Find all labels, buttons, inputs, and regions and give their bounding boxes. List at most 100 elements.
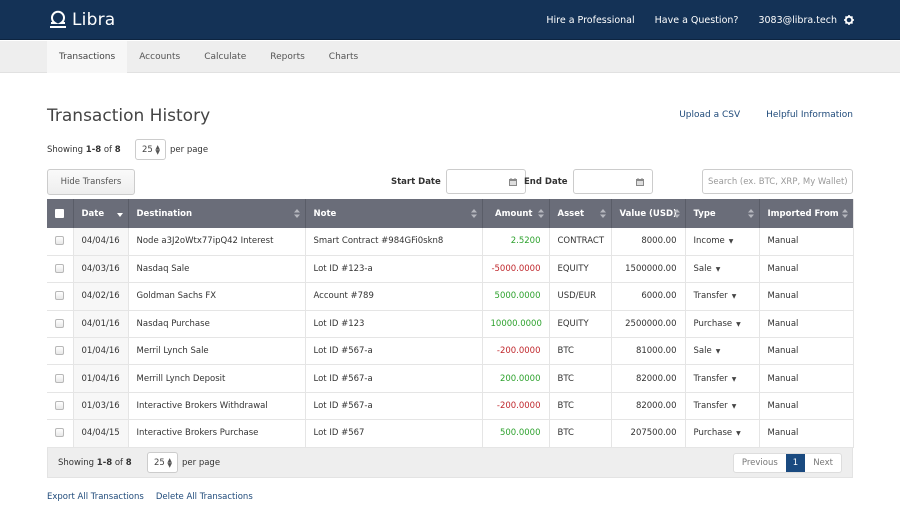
table-row: 04/02/16 Goldman Sachs FX Account #789 5000… [47, 282, 854, 311]
select-all-checkbox[interactable] [47, 199, 74, 228]
cell-type-dropdown[interactable]: Sale ▼ [685, 255, 760, 284]
row-checkbox[interactable] [47, 310, 74, 339]
table-footer: Showing 1-8 of 8 25 ▲ ▼ per page Previous … [47, 447, 853, 478]
cell-note: Lot ID #123-a [305, 255, 483, 284]
cell-destination: Merril Lynch Sale [128, 337, 306, 366]
column-header-type[interactable]: Type [685, 199, 760, 228]
cell-value-usd: 207500.00 [611, 419, 686, 448]
cell-destination: Interactive Brokers Withdrawal [128, 392, 306, 421]
column-header-value[interactable]: Value (USD) [611, 199, 686, 228]
row-checkbox[interactable] [47, 337, 74, 366]
cell-type-dropdown[interactable]: Transfer ▼ [685, 364, 760, 393]
sort-icon [841, 209, 848, 218]
column-header-date[interactable]: Date [73, 199, 129, 228]
cell-amount: 10000.0000 [482, 310, 550, 339]
table-row: 04/04/15 Interactive Brokers Purchase Lot … [47, 419, 854, 448]
gear-icon[interactable] [844, 15, 854, 25]
showing-count: Showing 1-8 of 8 [58, 457, 132, 468]
cell-note: Lot ID #123 [305, 310, 483, 339]
caret-down-icon: ▼ [736, 430, 741, 438]
brand-logo[interactable]: Libra [48, 7, 115, 33]
row-checkbox[interactable] [47, 228, 74, 256]
cell-type-dropdown[interactable]: Sale ▼ [685, 337, 760, 366]
cell-destination: Nasdaq Purchase [128, 310, 306, 339]
section-tabs: Transactions Accounts Calculate Reports … [0, 41, 900, 73]
caret-down-icon: ▼ [731, 293, 737, 301]
have-question-link[interactable]: Have a Question? [655, 15, 739, 26]
cell-destination: Interactive Brokers Purchase [128, 419, 306, 448]
end-date-group: End Date [524, 169, 653, 194]
sort-icon [673, 209, 680, 218]
cell-type-dropdown[interactable]: Transfer ▼ [685, 392, 760, 421]
end-date-input[interactable] [572, 169, 653, 194]
tab-accounts[interactable]: Accounts [127, 41, 192, 73]
cell-imported-from: Manual [759, 364, 854, 393]
transactions-table: Date Destination Note Amount Asset Value… [47, 199, 854, 478]
table-row: 04/03/16 Nasdaq Sale Lot ID #123-a -5000.00… [47, 255, 854, 284]
caret-down-icon: ▼ [736, 320, 741, 328]
tab-calculate[interactable]: Calculate [192, 41, 258, 73]
row-checkbox[interactable] [47, 255, 74, 284]
caret-down-icon: ▼ [715, 348, 721, 356]
table-row: 01/04/16 Merril Lynch Sale Lot ID #567-a -2… [47, 337, 854, 366]
calendar-icon [635, 178, 644, 186]
cell-value-usd: 82000.00 [611, 392, 686, 421]
helpful-information-link[interactable]: Helpful Information [766, 110, 853, 120]
cell-type-dropdown[interactable]: Purchase ▼ [685, 310, 760, 339]
start-date-input[interactable] [445, 169, 526, 194]
pagination: Previous 1 Next [732, 452, 842, 473]
cell-imported-from: Manual [759, 419, 854, 448]
cell-destination: Goldman Sachs FX [128, 282, 306, 311]
column-header-destination[interactable]: Destination [128, 199, 306, 228]
row-checkbox[interactable] [47, 364, 74, 393]
cell-type-dropdown[interactable]: Purchase ▼ [685, 419, 760, 448]
tab-transactions[interactable]: Transactions [47, 41, 128, 73]
cell-imported-from: Manual [759, 282, 854, 311]
column-header-asset[interactable]: Asset [549, 199, 612, 228]
top-navbar: Libra Hire a Professional Have a Questio… [0, 0, 900, 40]
cell-amount: 5000.0000 [482, 282, 550, 311]
tab-reports[interactable]: Reports [258, 41, 317, 73]
cell-destination: Nasdaq Sale [128, 255, 306, 284]
hide-transfers-button[interactable]: Hide Transfers [47, 169, 135, 195]
next-page-button[interactable]: Next [805, 454, 841, 472]
table-row: 04/01/16 Nasdaq Purchase Lot ID #123 10000.… [47, 310, 854, 339]
caret-down-icon: ▼ [731, 403, 737, 411]
per-page-select-top[interactable]: 25 ▲ ▼ [135, 139, 166, 160]
cell-amount: 500.0000 [482, 419, 550, 448]
cell-destination: Node a3J2oWtx77ipQ42 Interest [128, 228, 306, 256]
caret-down-icon: ▼ [728, 238, 734, 246]
cell-asset: BTC [549, 392, 612, 421]
user-account-link[interactable]: 3083@libra.tech [758, 15, 837, 26]
cell-value-usd: 81000.00 [611, 337, 686, 366]
hire-professional-link[interactable]: Hire a Professional [546, 15, 634, 26]
cell-note: Lot ID #567-a [305, 392, 483, 421]
type-label: Sale [693, 346, 712, 357]
search-input[interactable] [702, 169, 853, 194]
previous-page-button[interactable]: Previous [734, 454, 786, 472]
cell-destination: Merrill Lynch Deposit [128, 364, 306, 393]
cell-date: 01/04/16 [73, 337, 129, 366]
cell-note: Smart Contract #984GFi0skn8 [305, 228, 483, 256]
cell-date: 04/03/16 [73, 255, 129, 284]
cell-value-usd: 1500000.00 [611, 255, 686, 284]
select-arrows-icon: ▲ ▼ [155, 143, 160, 156]
export-all-transactions-link[interactable]: Export All Transactions [47, 492, 144, 502]
row-checkbox[interactable] [47, 282, 74, 311]
page-1-button[interactable]: 1 [785, 453, 806, 472]
upload-csv-link[interactable]: Upload a CSV [679, 110, 740, 120]
tab-charts[interactable]: Charts [317, 41, 370, 73]
row-checkbox[interactable] [47, 392, 74, 421]
cell-type-dropdown[interactable]: Income ▼ [685, 228, 760, 256]
column-header-amount[interactable]: Amount [482, 199, 550, 228]
sort-icon [747, 209, 754, 218]
column-header-imported-from[interactable]: Imported From [759, 199, 854, 228]
per-page-select-bottom[interactable]: 25 ▲ ▼ [147, 452, 178, 474]
delete-all-transactions-link[interactable]: Delete All Transactions [156, 492, 253, 502]
cell-note: Account #789 [305, 282, 483, 311]
row-checkbox[interactable] [47, 419, 74, 448]
sort-icon [537, 209, 544, 218]
cell-type-dropdown[interactable]: Transfer ▼ [685, 282, 760, 311]
per-page-label: per page [182, 457, 221, 468]
column-header-note[interactable]: Note [305, 199, 483, 228]
